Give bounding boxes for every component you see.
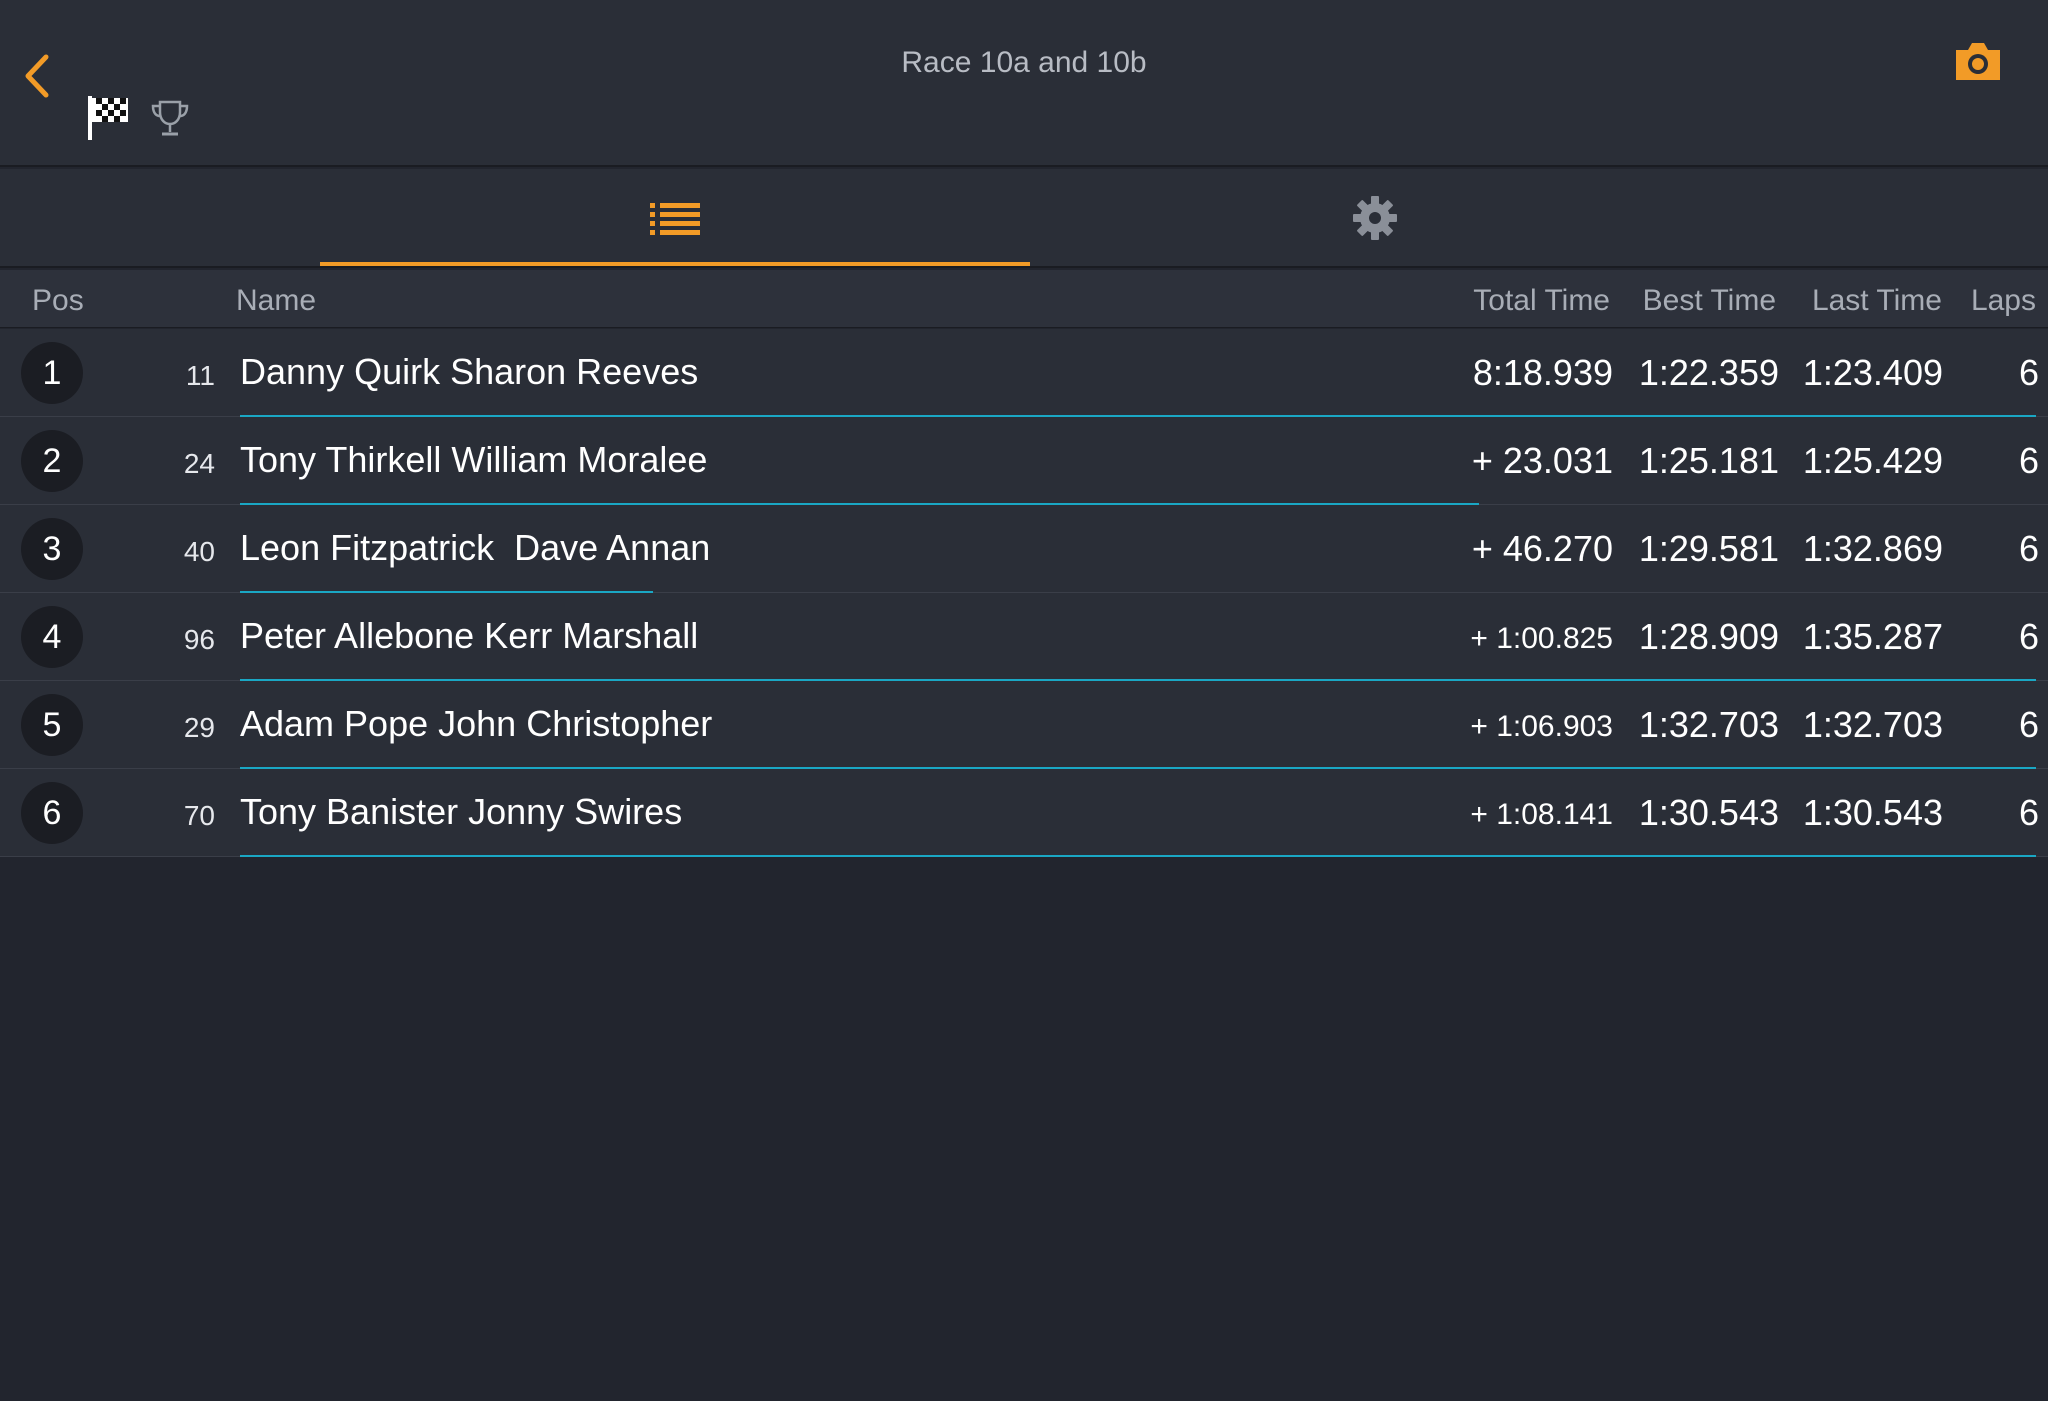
last-time: 1:23.409 bbox=[1802, 352, 1943, 393]
table-row[interactable]: 4 96 Peter Allebone Kerr Marshall + 1:00… bbox=[0, 593, 2048, 681]
column-header-pos[interactable]: Pos bbox=[32, 284, 84, 318]
best-time: 1:25.181 bbox=[1638, 440, 1779, 481]
car-number: 70 bbox=[183, 800, 215, 831]
column-header-name[interactable]: Name bbox=[236, 284, 316, 318]
total-time: + 1:00.825 bbox=[1470, 622, 1613, 655]
results-table: 1 11 Danny Quirk Sharon Reeves 8:18.939 … bbox=[0, 329, 2048, 857]
total-time: + 46.270 bbox=[1471, 528, 1613, 569]
last-time: 1:25.429 bbox=[1802, 440, 1943, 481]
page-title: Race 10a and 10b bbox=[901, 46, 1147, 79]
laps-count: 6 bbox=[2018, 528, 2039, 569]
driver-names: Danny Quirk Sharon Reeves bbox=[240, 351, 699, 392]
column-header-laps[interactable]: Laps bbox=[1971, 284, 2036, 318]
laps-count: 6 bbox=[2018, 792, 2039, 833]
driver-names: Tony Thirkell William Moralee bbox=[240, 439, 708, 480]
position-badge: 1 bbox=[21, 342, 83, 404]
best-time: 1:29.581 bbox=[1638, 528, 1779, 569]
driver-names: Leon Fitzpatrick Dave Annan bbox=[240, 527, 711, 568]
total-time: + 23.031 bbox=[1471, 440, 1613, 481]
best-time: 1:28.909 bbox=[1638, 616, 1779, 657]
last-time: 1:32.869 bbox=[1802, 528, 1943, 569]
list-icon bbox=[650, 202, 700, 235]
tab-settings[interactable] bbox=[1100, 169, 1650, 266]
column-header-last-time[interactable]: Last Time bbox=[1812, 284, 1942, 318]
driver-names: Tony Banister Jonny Swires bbox=[240, 791, 683, 832]
column-header-best-time[interactable]: Best Time bbox=[1643, 284, 1776, 318]
laps-count: 6 bbox=[2018, 704, 2039, 745]
total-time: + 1:08.141 bbox=[1470, 798, 1613, 831]
trophy-icon[interactable] bbox=[148, 98, 192, 140]
car-number: 40 bbox=[183, 536, 215, 567]
camera-icon[interactable] bbox=[1952, 40, 2004, 84]
last-time: 1:35.287 bbox=[1802, 616, 1943, 657]
empty-content-area bbox=[0, 857, 2048, 1401]
car-number: 24 bbox=[183, 448, 215, 479]
table-row[interactable]: 6 70 Tony Banister Jonny Swires + 1:08.1… bbox=[0, 769, 2048, 857]
best-time: 1:30.543 bbox=[1638, 792, 1779, 833]
top-bar: Race 10a and 10b bbox=[0, 0, 2048, 167]
results-table-header: Pos Name Total Time Best Time Last Time … bbox=[0, 270, 2048, 328]
table-row[interactable]: 1 11 Danny Quirk Sharon Reeves 8:18.939 … bbox=[0, 329, 2048, 417]
driver-names: Peter Allebone Kerr Marshall bbox=[240, 615, 699, 656]
table-row[interactable]: 2 24 Tony Thirkell William Moralee + 23.… bbox=[0, 417, 2048, 505]
total-time: 8:18.939 bbox=[1472, 352, 1613, 393]
position-badge: 3 bbox=[21, 518, 83, 580]
position-badge: 4 bbox=[21, 606, 83, 668]
best-time: 1:32.703 bbox=[1638, 704, 1779, 745]
car-number: 29 bbox=[183, 712, 215, 743]
tab-bar bbox=[0, 169, 2048, 268]
car-number: 11 bbox=[185, 360, 215, 391]
table-row[interactable]: 3 40 Leon Fitzpatrick Dave Annan + 46.27… bbox=[0, 505, 2048, 593]
checkered-flag-icon[interactable] bbox=[86, 94, 132, 142]
column-header-total-time[interactable]: Total Time bbox=[1473, 284, 1610, 318]
table-row[interactable]: 5 29 Adam Pope John Christopher + 1:06.9… bbox=[0, 681, 2048, 769]
position-badge: 6 bbox=[21, 782, 83, 844]
last-time: 1:32.703 bbox=[1802, 704, 1943, 745]
driver-names: Adam Pope John Christopher bbox=[240, 703, 713, 744]
last-time: 1:30.543 bbox=[1802, 792, 1943, 833]
gear-icon bbox=[1353, 195, 1397, 240]
laps-count: 6 bbox=[2018, 352, 2039, 393]
car-number: 96 bbox=[183, 624, 215, 655]
laps-count: 6 bbox=[2018, 616, 2039, 657]
position-badge: 2 bbox=[21, 430, 83, 492]
position-badge: 5 bbox=[21, 694, 83, 756]
tab-results-list[interactable] bbox=[320, 169, 1030, 266]
laps-count: 6 bbox=[2018, 440, 2039, 481]
total-time: + 1:06.903 bbox=[1470, 710, 1613, 743]
best-time: 1:22.359 bbox=[1638, 352, 1779, 393]
